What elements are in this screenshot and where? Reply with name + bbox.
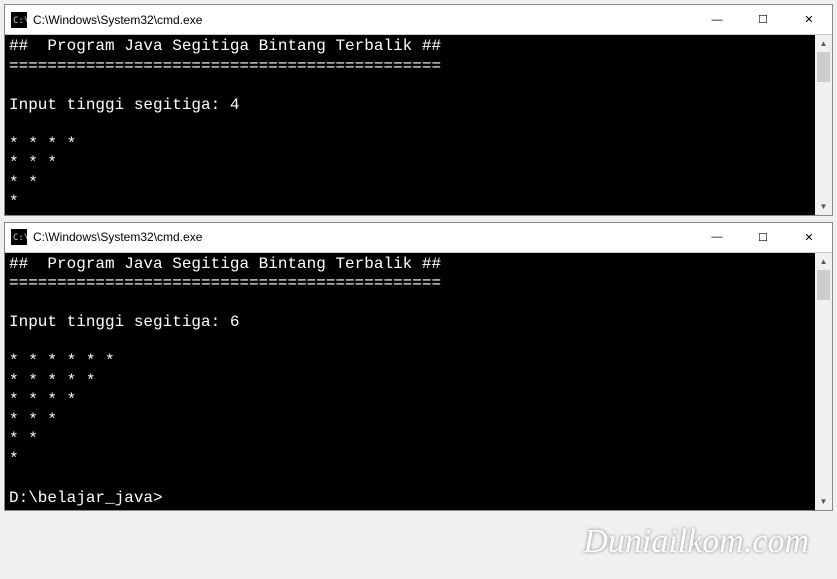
close-button[interactable]: ✕ — [786, 5, 832, 34]
scroll-up-arrow[interactable]: ▲ — [815, 35, 832, 52]
cmd-window-2: C:\ C:\Windows\System32\cmd.exe — ☐ ✕ ##… — [4, 222, 833, 512]
titlebar-buttons: — ☐ ✕ — [694, 5, 832, 34]
cmd-icon: C:\ — [11, 229, 27, 245]
scroll-thumb[interactable] — [817, 270, 830, 300]
scroll-track[interactable] — [815, 52, 832, 198]
titlebar-buttons: — ☐ ✕ — [694, 223, 832, 252]
scroll-thumb[interactable] — [817, 52, 830, 82]
vertical-scrollbar[interactable]: ▲ ▼ — [815, 35, 832, 215]
svg-text:C:\: C:\ — [13, 16, 27, 26]
terminal-content[interactable]: ## Program Java Segitiga Bintang Terbali… — [5, 253, 815, 511]
cmd-icon: C:\ — [11, 12, 27, 28]
watermark: Duniailkom.com — [583, 523, 809, 561]
content-wrap: ## Program Java Segitiga Bintang Terbali… — [5, 253, 832, 511]
titlebar[interactable]: C:\ C:\Windows\System32\cmd.exe — ☐ ✕ — [5, 5, 832, 35]
terminal-content[interactable]: ## Program Java Segitiga Bintang Terbali… — [5, 35, 815, 215]
maximize-button[interactable]: ☐ — [740, 5, 786, 34]
cmd-window-1: C:\ C:\Windows\System32\cmd.exe — ☐ ✕ ##… — [4, 4, 833, 216]
window-title: C:\Windows\System32\cmd.exe — [33, 230, 694, 244]
window-title: C:\Windows\System32\cmd.exe — [33, 13, 694, 27]
scroll-track[interactable] — [815, 270, 832, 494]
vertical-scrollbar[interactable]: ▲ ▼ — [815, 253, 832, 511]
scroll-down-arrow[interactable]: ▼ — [815, 493, 832, 510]
scroll-down-arrow[interactable]: ▼ — [815, 198, 832, 215]
close-button[interactable]: ✕ — [786, 223, 832, 252]
titlebar[interactable]: C:\ C:\Windows\System32\cmd.exe — ☐ ✕ — [5, 223, 832, 253]
svg-text:C:\: C:\ — [13, 233, 27, 243]
minimize-button[interactable]: — — [694, 5, 740, 34]
scroll-up-arrow[interactable]: ▲ — [815, 253, 832, 270]
minimize-button[interactable]: — — [694, 223, 740, 252]
maximize-button[interactable]: ☐ — [740, 223, 786, 252]
content-wrap: ## Program Java Segitiga Bintang Terbali… — [5, 35, 832, 215]
